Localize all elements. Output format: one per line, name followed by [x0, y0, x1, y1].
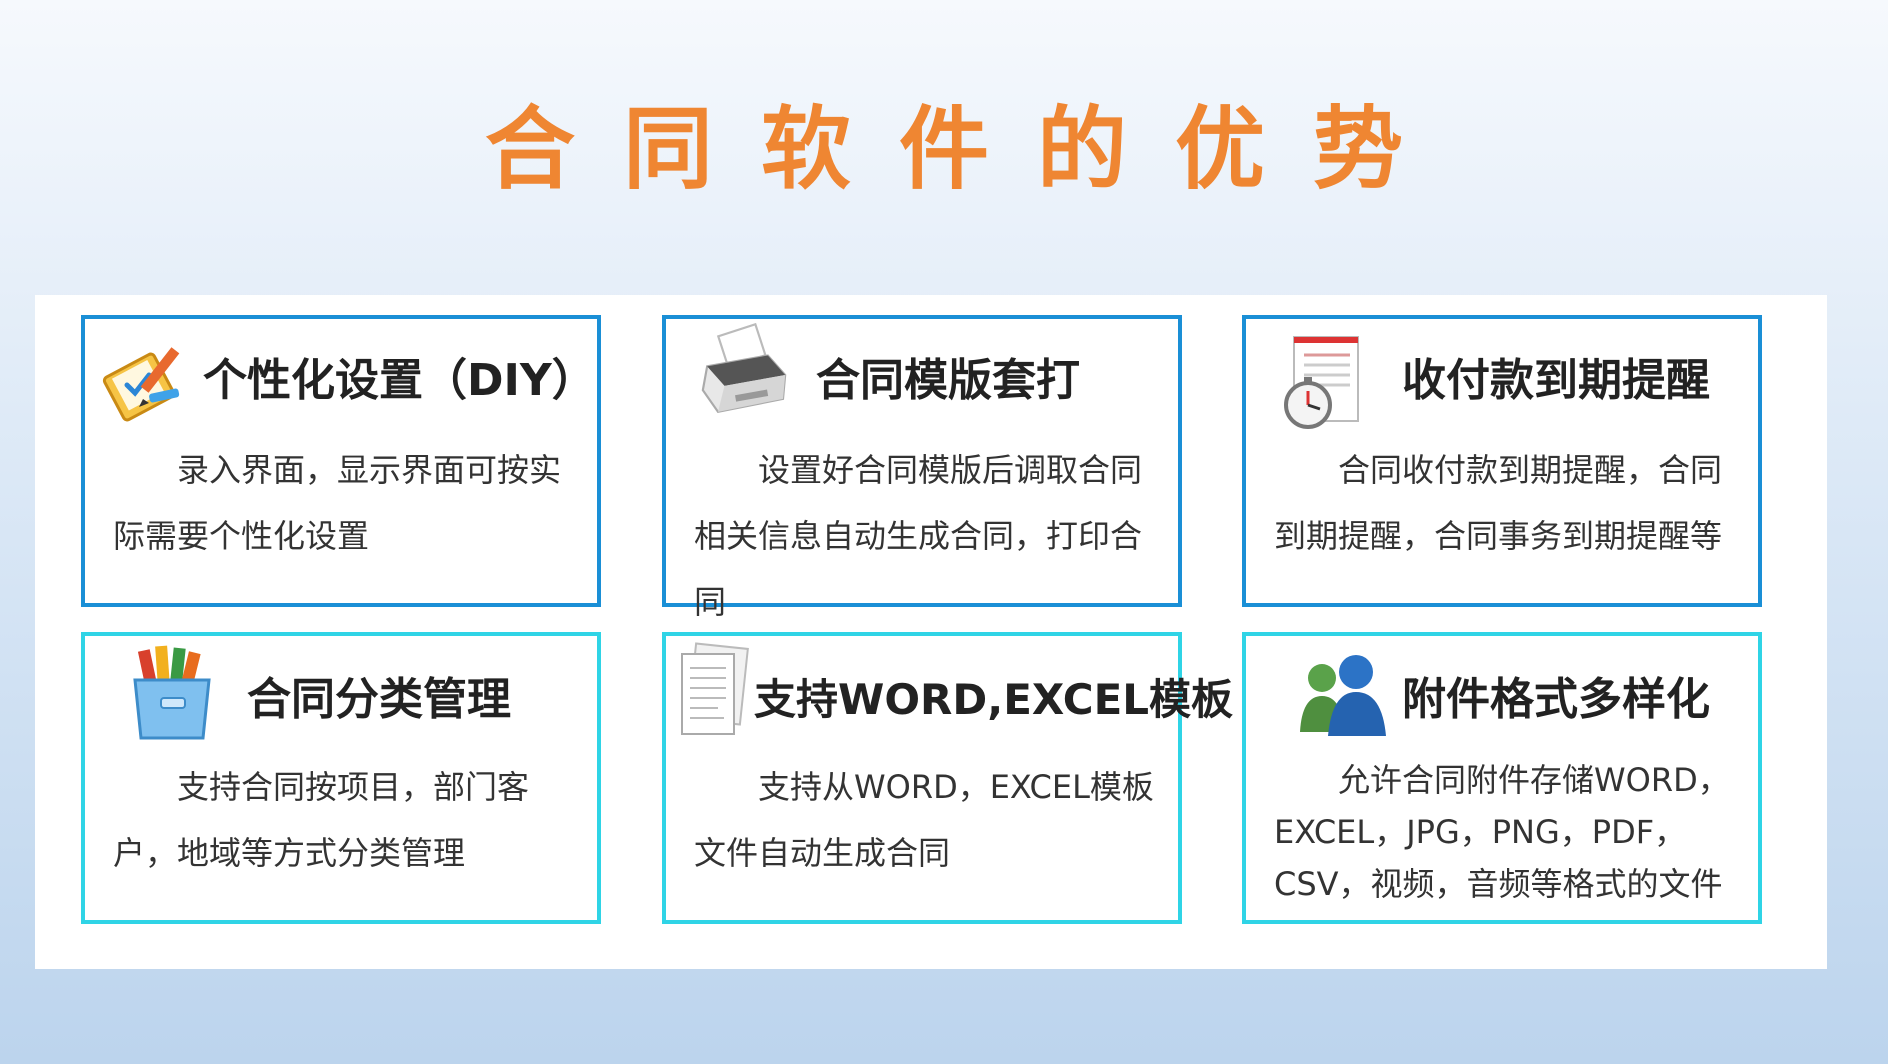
feature-card-attachment-formats: 附件格式多样化 允许合同附件存储WORD，EXCEL，JPG，PNG，PDF，C… — [1242, 632, 1762, 924]
folder-books-icon — [129, 640, 221, 744]
page-title: 合同软件的优势 — [485, 97, 1451, 202]
card-title: 收付款到期提醒 — [1402, 355, 1710, 406]
card-description: 支持从WORD，EXCEL模板文件自动生成合同 — [694, 768, 1154, 872]
card-title: 个性化设置（DIY） — [203, 355, 596, 406]
stopwatch-document-icon — [1274, 333, 1366, 433]
card-title: 支持WORD,EXCEL模板 — [754, 675, 1234, 724]
card-description: 设置好合同模版后调取合同相关信息自动生成合同，打印合同 — [694, 451, 1143, 621]
card-title: 附件格式多样化 — [1402, 674, 1710, 725]
feature-card-template-print: 合同模版套打 设置好合同模版后调取合同相关信息自动生成合同，打印合同 — [662, 315, 1182, 621]
card-title: 合同分类管理 — [247, 674, 511, 725]
card-description: 允许合同附件存储WORD，EXCEL，JPG，PNG，PDF，CSV，视频，音频… — [1274, 761, 1730, 903]
clipboard-pencil-icon — [99, 333, 195, 429]
feature-card-word-excel: 支持WORD,EXCEL模板 支持从WORD，EXCEL模板文件自动生成合同 — [662, 632, 1233, 924]
users-icon — [1294, 650, 1390, 742]
documents-icon — [674, 640, 754, 744]
features-panel: 个性化设置（DIY） 录入界面，显示界面可按实际需要个性化设置 合同模版套打 设… — [35, 295, 1827, 969]
printer-icon — [692, 323, 796, 427]
card-description: 合同收付款到期提醒，合同到期提醒，合同事务到期提醒等 — [1274, 451, 1723, 555]
card-description: 录入界面，显示界面可按实际需要个性化设置 — [113, 451, 562, 555]
card-title: 合同模版套打 — [816, 355, 1080, 406]
feature-card-diy: 个性化设置（DIY） 录入界面，显示界面可按实际需要个性化设置 — [81, 315, 601, 607]
card-description: 支持合同按项目，部门客户，地域等方式分类管理 — [113, 768, 530, 872]
feature-card-classification: 合同分类管理 支持合同按项目，部门客户，地域等方式分类管理 — [81, 632, 601, 924]
feature-card-payment-reminder: 收付款到期提醒 合同收付款到期提醒，合同到期提醒，合同事务到期提醒等 — [1242, 315, 1762, 607]
